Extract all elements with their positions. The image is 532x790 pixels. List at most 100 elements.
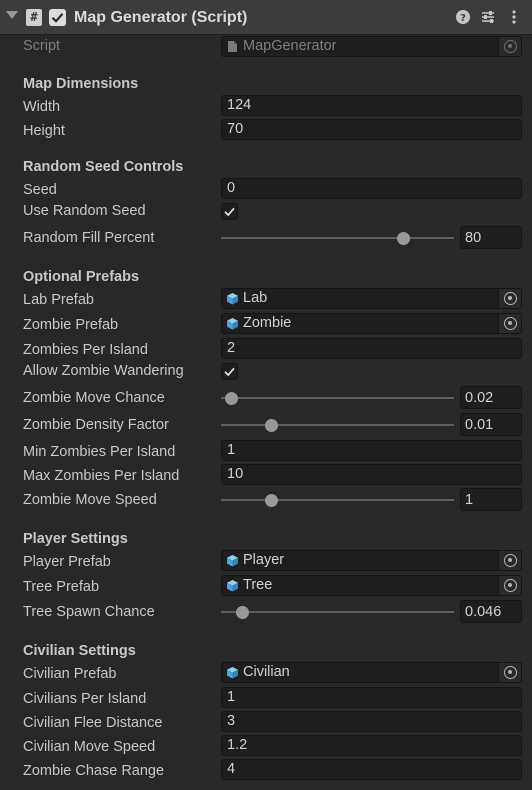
section-map-dimensions: Map Dimensions xyxy=(23,76,139,92)
prefab-cube-icon xyxy=(227,580,238,592)
script-value: MapGenerator xyxy=(243,38,337,54)
object-picker-button[interactable] xyxy=(498,289,521,308)
component-header: # Map Generator (Script) ? xyxy=(0,0,532,35)
zombie-move-chance-slider-track[interactable] xyxy=(221,397,454,399)
tree-spawn-chance-slider-thumb[interactable] xyxy=(236,605,250,619)
zombie-density-factor-field[interactable]: 0.01 xyxy=(460,413,522,436)
component-enabled-checkbox[interactable] xyxy=(49,9,66,26)
tree-prefab-label: Tree Prefab xyxy=(23,579,100,595)
civilians-per-island-label: Civilians Per Island xyxy=(23,691,147,707)
random-fill-percent-slider-thumb[interactable] xyxy=(397,231,410,245)
zombie-prefab-label: Zombie Prefab xyxy=(23,317,119,333)
zombie-density-factor-slider-track[interactable] xyxy=(221,424,454,426)
max-zombies-per-island-value: 10 xyxy=(227,466,244,482)
section-civilian-settings: Civilian Settings xyxy=(23,643,136,659)
checkmark-icon xyxy=(51,13,64,23)
zombie-move-speed-slider-track[interactable] xyxy=(221,499,454,501)
zombie-move-speed-label: Zombie Move Speed xyxy=(23,492,157,508)
width-value: 124 xyxy=(227,97,252,113)
svg-text:?: ? xyxy=(460,13,466,24)
tree-spawn-chance-slider-track[interactable] xyxy=(221,611,454,613)
object-picker-icon xyxy=(504,40,517,53)
seed-label: Seed xyxy=(23,182,57,198)
player-prefab-field[interactable]: Player xyxy=(221,550,522,571)
section-optional-prefabs: Optional Prefabs xyxy=(23,269,140,285)
width-label: Width xyxy=(23,99,61,115)
civilian-prefab-value: Civilian xyxy=(243,664,290,680)
min-zombies-per-island-field[interactable]: 1 xyxy=(221,440,522,461)
zombie-chase-range-field[interactable]: 4 xyxy=(221,759,522,780)
max-zombies-per-island-label: Max Zombies Per Island xyxy=(23,468,180,484)
width-field[interactable]: 124 xyxy=(221,95,522,116)
zombies-per-island-label: Zombies Per Island xyxy=(23,342,148,358)
seed-field[interactable]: 0 xyxy=(221,178,522,199)
object-picker-button[interactable] xyxy=(498,663,521,682)
civilian-flee-distance-value: 3 xyxy=(227,713,236,729)
lab-prefab-field[interactable]: Lab xyxy=(221,288,522,309)
object-picker-icon xyxy=(504,579,517,592)
use-random-seed-label: Use Random Seed xyxy=(23,203,146,219)
zombie-move-speed-slider-thumb[interactable] xyxy=(265,493,278,507)
zombie-move-chance-slider-thumb[interactable] xyxy=(225,391,239,405)
script-label: Script xyxy=(23,38,61,54)
object-picker-icon xyxy=(504,317,517,330)
object-picker-icon xyxy=(504,292,517,305)
zombie-density-factor-slider-thumb[interactable] xyxy=(265,418,278,432)
allow-zombie-wandering-checkbox[interactable] xyxy=(221,363,238,380)
height-value: 70 xyxy=(227,121,244,137)
prefab-cube-icon xyxy=(227,667,238,679)
civilian-move-speed-value: 1.2 xyxy=(227,737,248,753)
checkmark-icon xyxy=(224,207,235,217)
zombie-move-chance-value: 0.02 xyxy=(465,390,494,406)
object-picker-button[interactable] xyxy=(498,551,521,570)
zombies-per-island-field[interactable]: 2 xyxy=(221,338,522,359)
script-field[interactable]: MapGenerator xyxy=(221,36,522,57)
checkmark-icon xyxy=(224,367,235,377)
zombie-prefab-field[interactable]: Zombie xyxy=(221,313,522,334)
lab-prefab-value: Lab xyxy=(243,290,268,306)
script-icon: # xyxy=(26,9,42,26)
tree-prefab-field[interactable]: Tree xyxy=(221,575,522,596)
allow-zombie-wandering-label: Allow Zombie Wandering xyxy=(23,363,184,379)
max-zombies-per-island-field[interactable]: 10 xyxy=(221,464,522,485)
zombie-density-factor-value: 0.01 xyxy=(465,417,494,433)
presets-icon[interactable] xyxy=(480,9,496,25)
object-picker-button[interactable] xyxy=(498,37,521,56)
zombie-move-chance-field[interactable]: 0.02 xyxy=(460,386,522,409)
zombie-chase-range-value: 4 xyxy=(227,761,236,777)
height-label: Height xyxy=(23,123,65,139)
kebab-menu-icon[interactable] xyxy=(506,9,522,25)
component-title: Map Generator (Script) xyxy=(74,9,248,26)
height-field[interactable]: 70 xyxy=(221,119,522,140)
zombie-move-speed-field[interactable]: 1 xyxy=(460,488,522,511)
prefab-cube-icon xyxy=(227,555,238,567)
random-fill-percent-value: 80 xyxy=(465,230,482,246)
zombie-density-factor-label: Zombie Density Factor xyxy=(23,417,169,433)
civilians-per-island-field[interactable]: 1 xyxy=(221,687,522,708)
section-random-seed-controls: Random Seed Controls xyxy=(23,159,184,175)
zombie-move-chance-label: Zombie Move Chance xyxy=(23,390,165,406)
civilian-flee-distance-label: Civilian Flee Distance xyxy=(23,715,163,731)
help-icon[interactable]: ? xyxy=(455,9,471,25)
object-picker-icon xyxy=(504,666,517,679)
civilian-move-speed-field[interactable]: 1.2 xyxy=(221,735,522,756)
zombie-prefab-value: Zombie xyxy=(243,315,292,331)
civilian-prefab-field[interactable]: Civilian xyxy=(221,662,522,683)
script-file-icon xyxy=(228,41,237,52)
civilian-flee-distance-field[interactable]: 3 xyxy=(221,711,522,732)
player-prefab-value: Player xyxy=(243,552,285,568)
tree-spawn-chance-field[interactable]: 0.046 xyxy=(460,600,522,623)
zombies-per-island-value: 2 xyxy=(227,340,236,356)
civilian-move-speed-label: Civilian Move Speed xyxy=(23,739,156,755)
min-zombies-per-island-label: Min Zombies Per Island xyxy=(23,444,176,460)
prefab-cube-icon xyxy=(227,318,238,330)
fold-arrow-icon[interactable] xyxy=(6,11,18,19)
civilian-prefab-label: Civilian Prefab xyxy=(23,666,117,682)
object-picker-button[interactable] xyxy=(498,576,521,595)
player-prefab-label: Player Prefab xyxy=(23,554,111,570)
random-fill-percent-field[interactable]: 80 xyxy=(460,226,522,249)
object-picker-icon xyxy=(504,554,517,567)
random-fill-percent-slider-track[interactable] xyxy=(221,237,454,239)
use-random-seed-checkbox[interactable] xyxy=(221,203,238,220)
object-picker-button[interactable] xyxy=(498,314,521,333)
